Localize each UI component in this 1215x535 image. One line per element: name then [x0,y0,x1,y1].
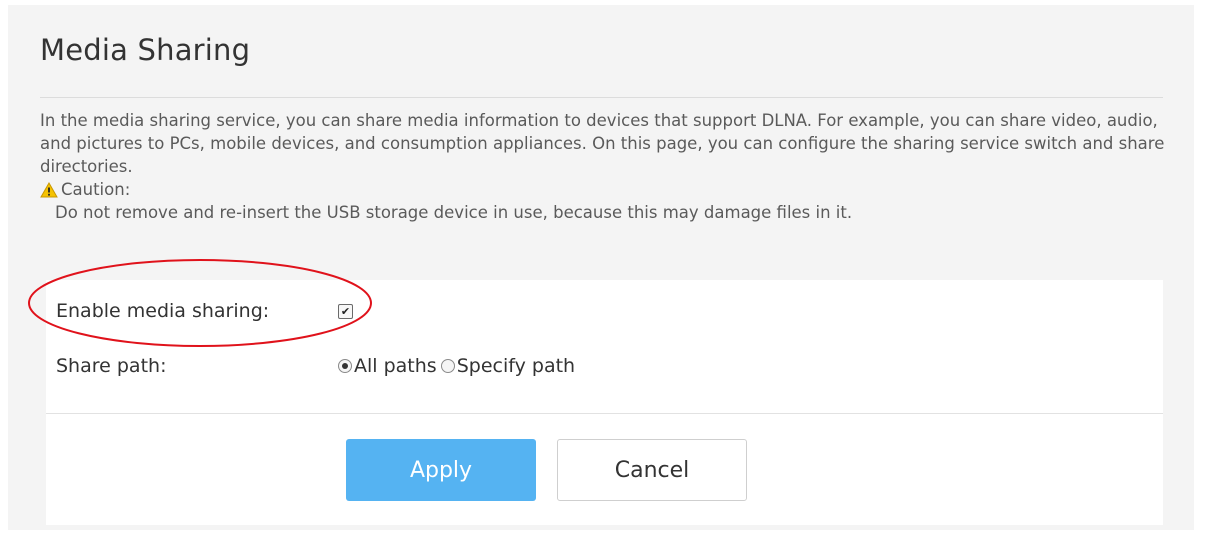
warning-triangle-icon [40,181,58,197]
description-text: In the media sharing service, you can sh… [40,111,1165,176]
enable-media-sharing-checkbox[interactable]: ✔ [338,303,353,319]
cancel-button[interactable]: Cancel [557,439,747,501]
specify-path-label: Specify path [456,355,576,377]
enable-media-sharing-row: Enable media sharing: ✔ [56,300,353,322]
share-path-option-specify[interactable]: Specify path [440,355,576,377]
caution-label: Caution: [61,180,131,199]
form-divider [46,413,1163,414]
page-title: Media Sharing [40,33,251,67]
media-sharing-panel: Media Sharing In the media sharing servi… [8,5,1194,530]
share-path-label: Share path: [56,355,167,377]
check-icon: ✔ [340,304,351,318]
title-divider [40,97,1163,98]
settings-form: Enable media sharing: ✔ Share path: All … [46,280,1163,525]
description-block: In the media sharing service, you can sh… [40,109,1180,224]
all-paths-label: All paths [354,355,437,377]
share-path-option-all[interactable]: All paths [338,355,437,377]
apply-button[interactable]: Apply [346,439,536,501]
share-path-row: Share path: All paths Specify path [56,355,575,377]
all-paths-radio[interactable] [338,359,352,373]
caution-heading: Caution: [40,178,1180,201]
caution-text: Do not remove and re-insert the USB stor… [55,203,853,222]
enable-media-sharing-label: Enable media sharing: [56,300,270,322]
specify-path-radio[interactable] [440,359,455,373]
